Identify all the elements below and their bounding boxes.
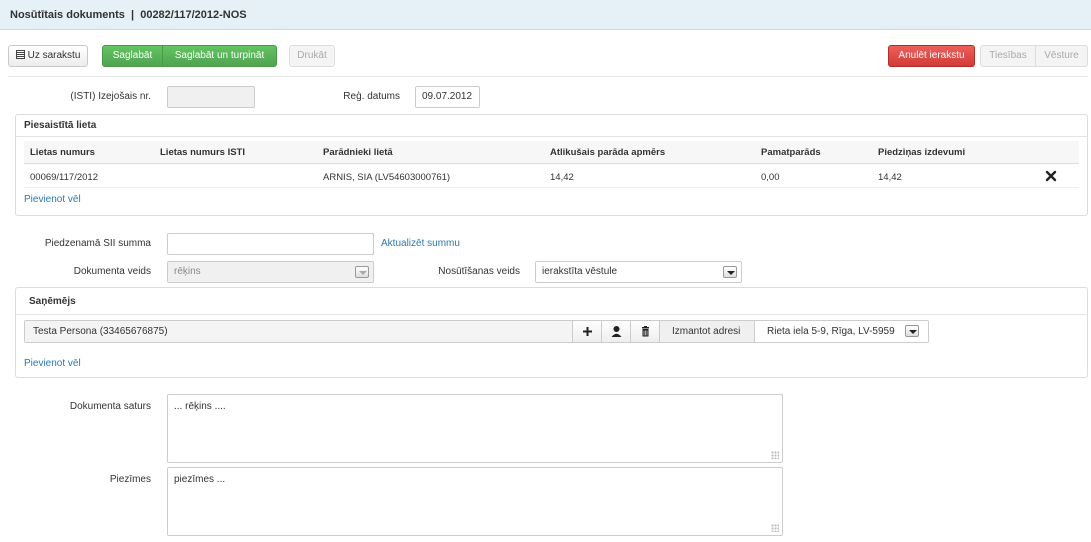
amount-field[interactable] (167, 233, 374, 255)
cell-debtors: ARNIS, SIA (LV54603000761) (323, 172, 451, 183)
doc-type-label: Dokumenta veids (73, 266, 151, 277)
recipient-name-field[interactable]: Testa Persona (33465676875) (25, 321, 572, 342)
remove-case-icon[interactable] (1045, 170, 1057, 182)
save-button[interactable]: Saglabāt (102, 45, 163, 67)
cancel-record-button[interactable]: Anulēt ierakstu (888, 45, 975, 67)
chevron-down-icon (905, 325, 919, 337)
plus-icon (583, 327, 592, 336)
address-value: Rieta iela 5-9, Rīga, LV-5959 (767, 326, 895, 337)
save-and-continue-button[interactable]: Saglabāt un turpināt (162, 45, 277, 67)
use-address-label-cell: Izmantot adresi (659, 321, 754, 342)
attached-case-title: Piesaistītā lieta (24, 120, 97, 131)
send-type-label: Nosūtīšanas veids (438, 266, 520, 277)
send-type-select[interactable]: ierakstīta vēstule (535, 261, 742, 283)
doc-type-select[interactable]: rēķins (167, 261, 374, 283)
content-value: ... rēķins .... (174, 401, 226, 412)
trash-icon (642, 326, 649, 337)
col-case-number-isti: Lietas numurs ISTI (160, 147, 245, 158)
doc-type-value: rēķins (174, 266, 201, 277)
toolbar-divider (8, 76, 1088, 77)
back-to-list-label: Uz sarakstu (27, 50, 81, 61)
delete-recipient-button[interactable] (630, 321, 659, 342)
chevron-down-icon (355, 266, 369, 278)
attached-case-title-divider (16, 136, 1087, 137)
outgoing-no-label: (ISTI) Izejošais nr. (70, 91, 151, 102)
page-header: Nosūtītais dokuments | 00282/117/2012-NO… (0, 0, 1091, 30)
back-to-list-button[interactable]: Uz sarakstu (8, 45, 88, 67)
cancel-record-label: Anulēt ierakstu (898, 50, 965, 61)
rights-label: Tiesības (989, 50, 1027, 61)
add-recipient-link[interactable]: Pievienot vēl (24, 358, 81, 369)
cell-remaining-debt: 14,42 (550, 172, 574, 183)
recipient-name: Testa Persona (33465676875) (33, 326, 168, 337)
resize-grip-icon[interactable] (771, 451, 779, 459)
add-case-link[interactable]: Pievienot vēl (24, 194, 81, 205)
reg-date-value: 09.07.2012 (422, 91, 473, 102)
update-amount-link[interactable]: Aktualizēt summu (381, 238, 460, 249)
col-remaining-debt: Atlikušais parāda apmērs (550, 147, 666, 158)
history-label: Vēsture (1044, 50, 1079, 61)
content-textarea[interactable]: ... rēķins .... (167, 394, 783, 463)
amount-label: Piedzenamā SII summa (44, 238, 151, 249)
outgoing-no-field[interactable] (167, 86, 255, 108)
select-person-button[interactable] (601, 321, 630, 342)
recipient-title: Saņēmējs (29, 296, 76, 307)
cell-principal: 0,00 (761, 172, 780, 183)
save-label: Saglabāt (112, 50, 153, 61)
rights-button[interactable]: Tiesības (980, 45, 1036, 67)
page-title: Nosūtītais dokuments | 00282/117/2012-NO… (10, 9, 247, 21)
history-button[interactable]: Vēsture (1035, 45, 1088, 67)
cell-recovery-costs: 14,42 (878, 172, 902, 183)
cell-case-number: 00069/117/2012 (30, 172, 98, 183)
notes-value: piezīmes ... (174, 474, 226, 485)
col-debtors: Parādnieki lietā (323, 147, 393, 158)
notes-label: Piezīmes (109, 474, 151, 485)
recipient-row: Testa Persona (33465676875) Izmantot adr… (24, 320, 929, 343)
col-principal: Pamatparāds (761, 147, 821, 158)
print-button[interactable]: Drukāt (289, 45, 335, 67)
use-address-label: Izmantot adresi (672, 326, 741, 337)
send-type-value: ierakstīta vēstule (542, 266, 618, 277)
list-icon (15, 50, 25, 59)
resize-grip-icon[interactable] (771, 524, 779, 532)
recipient-title-divider (16, 314, 1087, 315)
content-label: Dokumenta saturs (69, 401, 151, 412)
reg-date-label: Reģ. datums (343, 91, 400, 102)
user-icon (611, 326, 622, 337)
col-case-number: Lietas numurs (30, 147, 95, 158)
col-recovery-costs: Piedziņas izdevumi (878, 147, 966, 158)
notes-textarea[interactable]: piezīmes ... (167, 467, 783, 536)
print-label: Drukāt (297, 50, 327, 61)
reg-date-field[interactable]: 09.07.2012 (415, 86, 480, 108)
add-recipient-button[interactable] (572, 321, 601, 342)
address-select[interactable]: Rieta iela 5-9, Rīga, LV-5959 (754, 321, 928, 342)
chevron-down-icon (723, 266, 737, 278)
save-and-continue-label: Saglabāt un turpināt (174, 50, 265, 61)
